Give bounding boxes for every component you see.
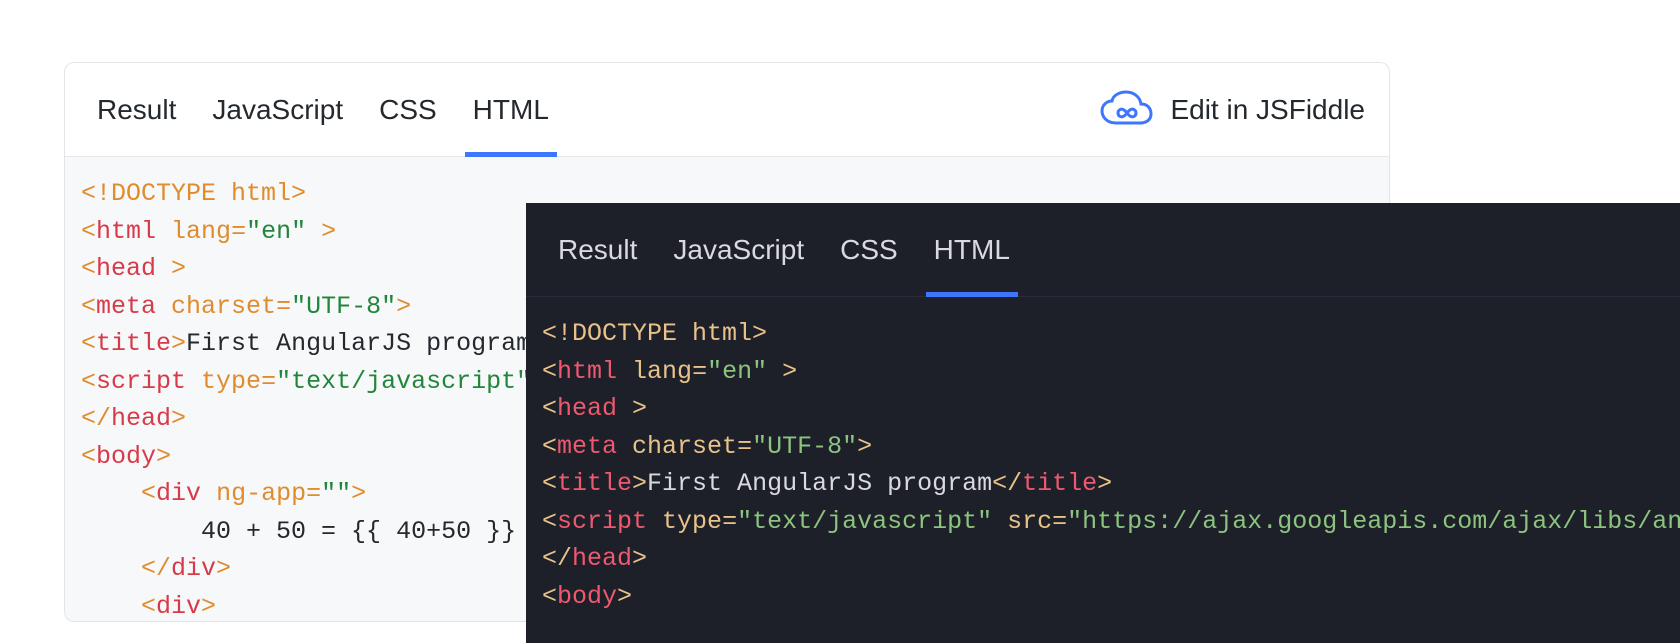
tab-html-dark[interactable]: HTML (916, 203, 1028, 297)
tab-result-dark[interactable]: Result (540, 203, 655, 297)
tab-bar-light: Result JavaScript CSS HTML Edit in JSFid… (65, 63, 1389, 157)
tab-html[interactable]: HTML (455, 63, 567, 157)
tab-css[interactable]: CSS (361, 63, 455, 157)
tab-javascript-dark[interactable]: JavaScript (655, 203, 822, 297)
edit-in-jsfiddle-link[interactable]: Edit in JSFiddle (1098, 90, 1375, 130)
tab-result[interactable]: Result (79, 63, 194, 157)
cloud-infinity-icon (1098, 90, 1154, 130)
code-doctype: <!DOCTYPE html> (81, 179, 306, 208)
tab-css-dark[interactable]: CSS (822, 203, 916, 297)
code-doctype-dark: <!DOCTYPE html> (542, 319, 767, 348)
code-view-dark[interactable]: <!DOCTYPE html> <html lang="en" > <head … (526, 297, 1680, 633)
jsfiddle-panel-dark: Result JavaScript CSS HTML <!DOCTYPE htm… (526, 203, 1680, 643)
tab-javascript[interactable]: JavaScript (194, 63, 361, 157)
edit-link-label: Edit in JSFiddle (1170, 94, 1365, 126)
tab-bar-dark: Result JavaScript CSS HTML (526, 203, 1680, 297)
